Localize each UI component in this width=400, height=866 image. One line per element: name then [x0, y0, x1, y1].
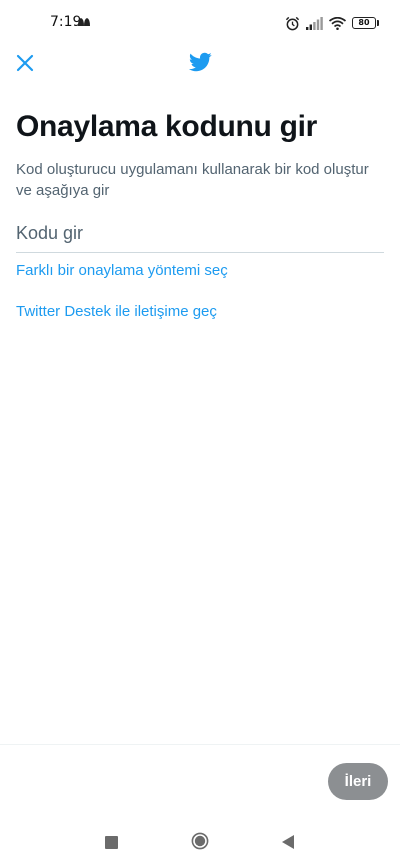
- alarm-icon: [285, 16, 300, 30]
- status-bar: 7:19 80: [0, 0, 400, 44]
- alternate-verification-method-link[interactable]: Farklı bir onaylama yöntemi seç: [16, 262, 228, 279]
- verification-code-input[interactable]: [16, 216, 384, 250]
- page-title: Onaylama kodunu gir: [16, 110, 318, 143]
- close-icon: [16, 54, 34, 72]
- code-input-container: [16, 216, 384, 253]
- status-icons: 80: [285, 14, 379, 32]
- contact-support-link[interactable]: Twitter Destek ile iletişime geç: [16, 303, 217, 320]
- page-subtitle: Kod oluşturucu uygulamanı kullanarak bir…: [16, 161, 369, 199]
- wifi-icon: [329, 16, 346, 30]
- twitter-bird-icon: [188, 52, 212, 72]
- header: [0, 44, 400, 84]
- next-button[interactable]: İleri: [328, 763, 388, 800]
- footer-divider: [0, 744, 400, 745]
- signal-icon: [306, 16, 323, 30]
- notification-app-icon: [78, 18, 90, 26]
- close-button[interactable]: [12, 50, 38, 76]
- recents-icon[interactable]: [105, 836, 118, 849]
- home-icon[interactable]: [191, 832, 209, 850]
- system-nav-bar: [0, 818, 400, 866]
- battery-icon: 80: [352, 17, 379, 29]
- back-icon[interactable]: [281, 834, 295, 850]
